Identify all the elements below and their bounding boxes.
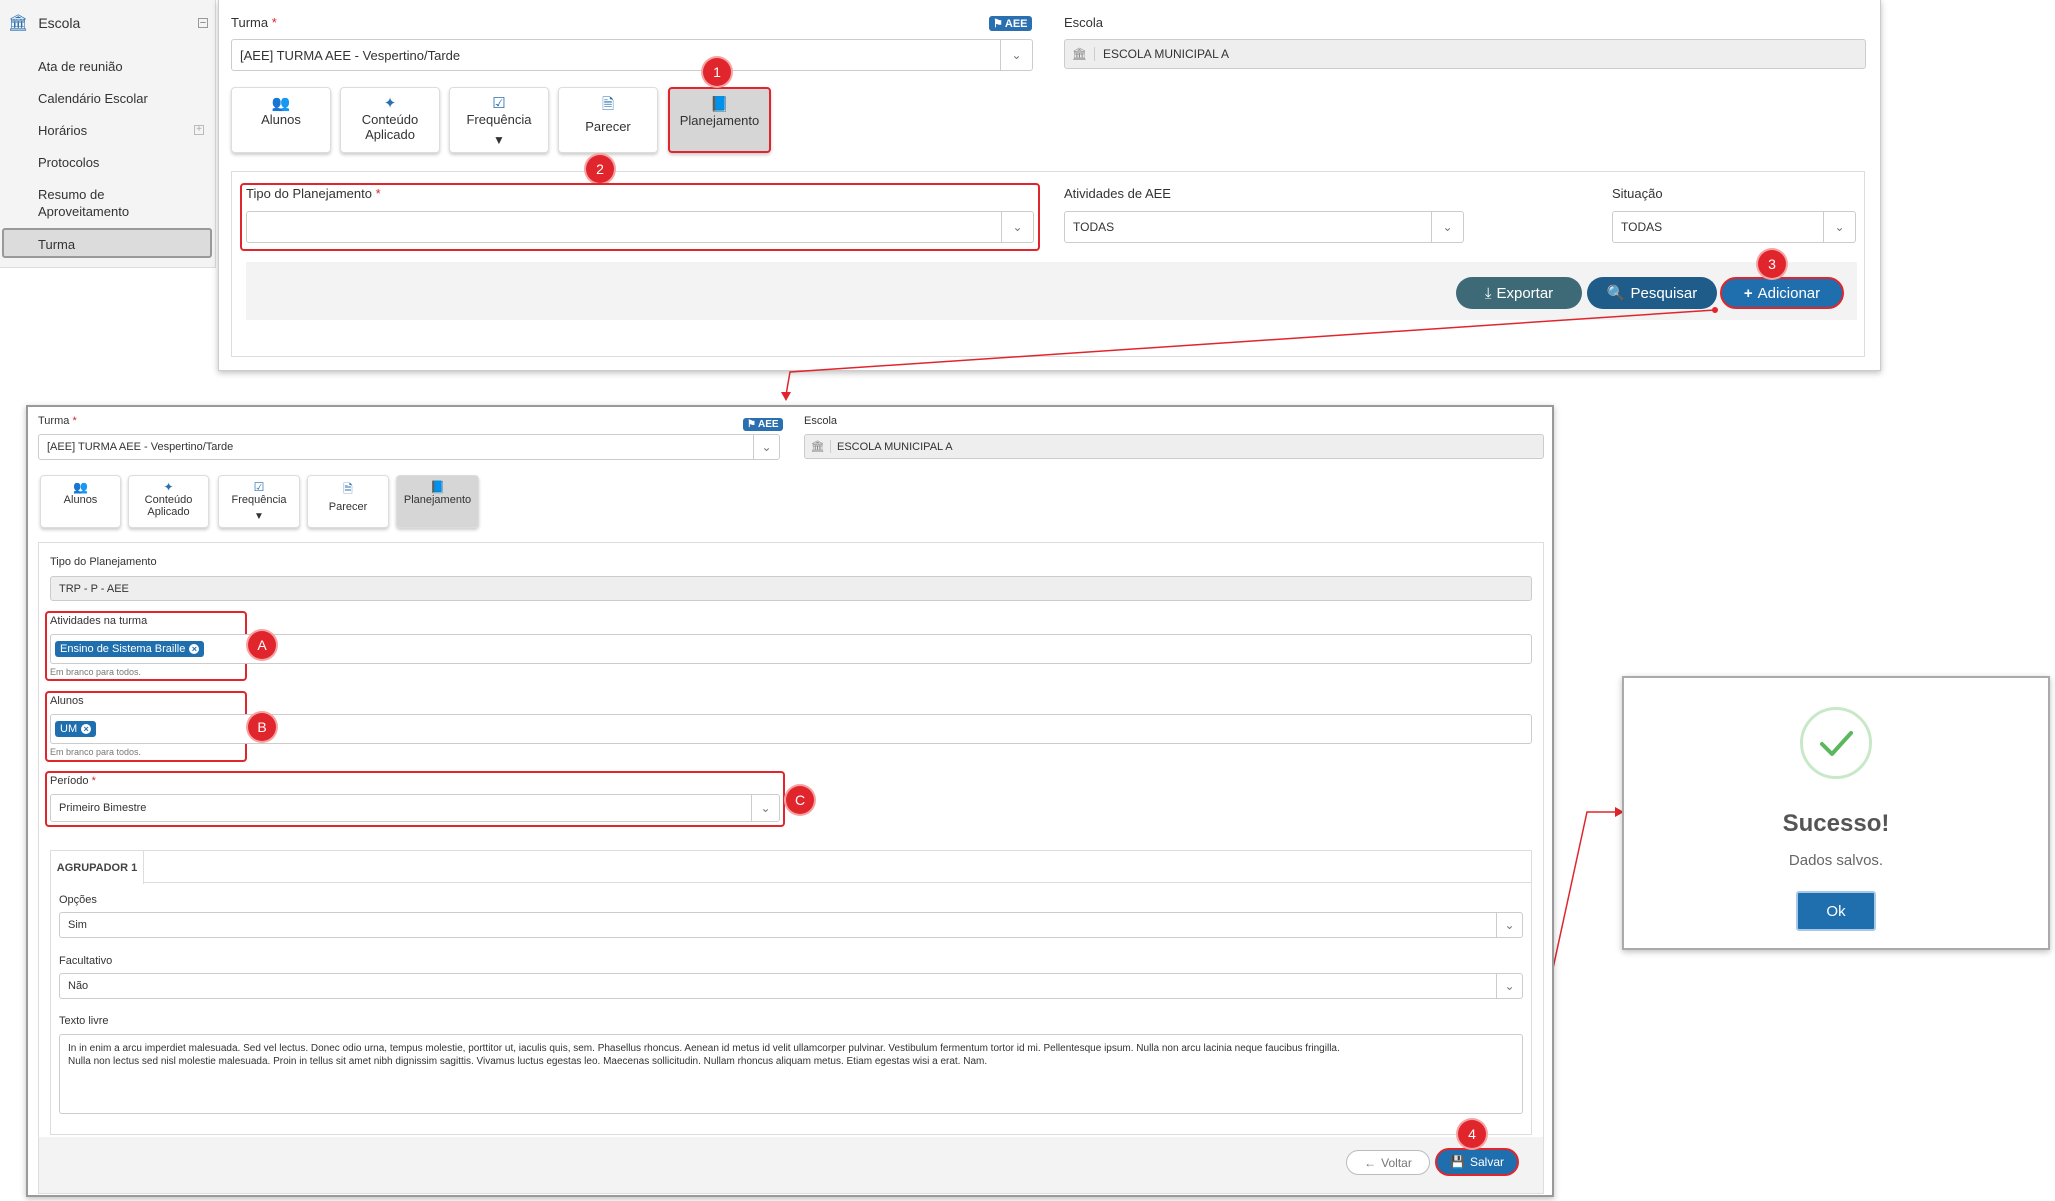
tile-label: Conteúdo Aplicado (144, 494, 193, 518)
save-icon: 💾 (1450, 1155, 1465, 1169)
form-tile-frequencia[interactable]: ☑ Frequência ▼ (218, 475, 300, 528)
remove-icon[interactable]: × (189, 644, 200, 654)
form-aee-badge: ⚑ AEE (743, 414, 783, 432)
checkbox-icon: ☑ (253, 480, 265, 494)
form-tile-conteudo[interactable]: ✦ Conteúdo Aplicado (128, 475, 209, 528)
form-periodo-label: Período * (50, 775, 96, 787)
form-turma-value: [AEE] TURMA AEE - Vespertino/Tarde (47, 441, 234, 453)
chevron-down-icon[interactable]: ⌄ (1496, 913, 1522, 937)
atividade-chip[interactable]: Ensino de Sistema Braille × (55, 641, 205, 657)
form-turma-label: Turma * (38, 415, 77, 427)
users-icon: 👥 (73, 480, 88, 494)
tab-bar (50, 850, 1532, 883)
salvar-button[interactable]: 💾 Salvar (1435, 1148, 1519, 1176)
chevron-down-icon[interactable]: ⌄ (751, 795, 779, 821)
chip-label: Ensino de Sistema Braille (60, 643, 186, 655)
form-actions-bar (39, 1137, 1543, 1193)
form-atividades-label: Atividades na turma (50, 615, 148, 627)
form-tipo-field: TRP - P - AEE (50, 576, 1532, 601)
chip-label: UM (60, 723, 78, 735)
tag-icon: ⚑ (747, 419, 756, 430)
annotation-marker-B: B (248, 713, 276, 741)
form-tile-alunos[interactable]: 👥 Alunos (40, 475, 121, 528)
facultativo-value: Não (68, 980, 89, 992)
dialog-message: Dados salvos. (1788, 852, 1884, 869)
form-alunos-label: Alunos (50, 695, 84, 707)
tab-agrupador-1[interactable]: AGRUPADOR 1 (51, 851, 144, 884)
document-icon: 🗎 (343, 482, 353, 496)
tile-label: Alunos (63, 494, 98, 506)
aluno-chip[interactable]: UM × (55, 721, 97, 737)
chevron-down-icon[interactable]: ⌄ (1496, 974, 1522, 998)
periodo-value: Primeiro Bimestre (59, 802, 147, 814)
texto-livre-label: Texto livre (59, 1015, 109, 1027)
dialog-title: Sucesso! (1782, 810, 1890, 837)
annotation-marker-4: 4 (1458, 1120, 1486, 1148)
texto-line-1: In in enim a arcu imperdiet malesuada. S… (68, 1043, 1340, 1054)
facultativo-select[interactable]: Não ⌄ (59, 973, 1523, 999)
institution-icon: 🏛 (805, 440, 831, 453)
form-escola-label: Escola (804, 415, 838, 427)
texto-livre-textarea[interactable]: In in enim a arcu imperdiet malesuada. S… (59, 1034, 1523, 1114)
form-tile-parecer[interactable]: 🗎 Parecer (307, 475, 389, 528)
facultativo-label: Facultativo (59, 955, 113, 967)
tile-label: Frequência (231, 494, 287, 506)
form-escola-field: 🏛 ESCOLA MUNICIPAL A (804, 434, 1544, 459)
periodo-select[interactable]: Primeiro Bimestre ⌄ (50, 794, 780, 822)
tile-label: Parecer (328, 501, 368, 513)
chevron-down-icon[interactable]: ⌄ (753, 435, 779, 459)
ok-button[interactable]: Ok (1796, 891, 1876, 931)
annotation-marker-A: A (248, 631, 276, 659)
caret-down-icon: ▼ (254, 511, 264, 522)
book-icon: 📘 (430, 480, 445, 494)
voltar-button[interactable]: ← Voltar (1346, 1150, 1430, 1175)
success-check-icon (1800, 707, 1872, 779)
form-tile-planejamento[interactable]: 📘 Planejamento (396, 475, 479, 528)
tile-label: Planejamento (403, 494, 472, 506)
opcoes-value: Sim (68, 919, 87, 931)
opcoes-select[interactable]: Sim ⌄ (59, 912, 1523, 938)
texto-line-2: Nulla non lectus sed nisl molestie males… (68, 1056, 988, 1067)
opcoes-label: Opções (59, 894, 97, 906)
wand-icon: ✦ (163, 480, 174, 494)
form-turma-select[interactable]: [AEE] TURMA AEE - Vespertino/Tarde ⌄ (38, 434, 780, 460)
form-tipo-label: Tipo do Planejamento (50, 556, 157, 568)
remove-icon[interactable]: × (81, 724, 92, 734)
atividades-hint: Em branco para todos. (50, 667, 142, 677)
annotation-marker-C: C (786, 786, 814, 814)
arrow-left-icon: ← (1364, 1155, 1377, 1170)
voltar-label: Voltar (1381, 1155, 1412, 1170)
alunos-hint: Em branco para todos. (50, 747, 142, 757)
form-tipo-value: TRP - P - AEE (59, 582, 129, 595)
salvar-label: Salvar (1469, 1155, 1504, 1169)
form-escola-value: ESCOLA MUNICIPAL A (837, 440, 953, 453)
